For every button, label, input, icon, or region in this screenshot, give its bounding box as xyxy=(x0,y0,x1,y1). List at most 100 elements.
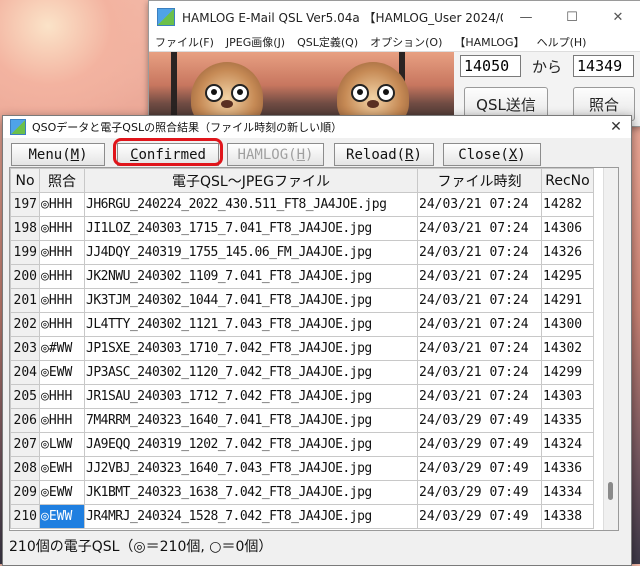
cell-recno[interactable]: 14335 xyxy=(541,408,594,433)
cell-recno[interactable]: 14303 xyxy=(541,384,594,409)
cell-time[interactable]: 24/03/21 07:24 xyxy=(417,264,542,289)
cell-recno[interactable]: 14326 xyxy=(541,240,594,265)
cell-file[interactable]: JJ4DQY_240319_1755_145.06_FM_JA4JOE.jpg xyxy=(84,240,418,265)
table-row[interactable]: 197 ◎HHH JH6RGU_240224_2022_430.511_FT8_JA… xyxy=(10,192,594,217)
cell-match[interactable]: ◎LWW xyxy=(39,432,85,457)
cell-file[interactable]: JJ2VBJ_240323_1640_7.043_FT8_JA4JOE.jpg xyxy=(84,456,418,481)
cell-recno[interactable]: 14295 xyxy=(541,264,594,289)
minimize-icon[interactable]: — xyxy=(503,1,549,33)
cell-time[interactable]: 24/03/21 07:24 xyxy=(417,312,542,337)
cell-time[interactable]: 24/03/29 07:49 xyxy=(417,408,542,433)
menu-options[interactable]: オプション(O) xyxy=(364,34,448,50)
cell-match[interactable]: ◎HHH xyxy=(39,312,85,337)
table-row[interactable]: 205 ◎HHH JR1SAU_240303_1712_7.042_FT8_JA4J… xyxy=(10,384,594,409)
cell-recno[interactable]: 14291 xyxy=(541,288,594,313)
close-icon[interactable]: ✕ xyxy=(601,119,631,135)
cell-file[interactable]: JK2NWU_240302_1109_7.041_FT8_JA4JOE.jpg xyxy=(84,264,418,289)
vertical-scrollbar[interactable] xyxy=(603,168,618,530)
table-row[interactable]: 203 ◎#WW JP1SXE_240303_1710_7.042_FT8_JA4J… xyxy=(10,336,594,361)
cell-file[interactable]: JR4MRJ_240324_1528_7.042_FT8_JA4JOE.jpg xyxy=(84,504,418,529)
column-header-match[interactable]: 照合 xyxy=(39,168,85,193)
column-header-no[interactable]: No xyxy=(10,168,40,193)
cell-recno[interactable]: 14282 xyxy=(541,192,594,217)
cell-time[interactable]: 24/03/29 07:49 xyxy=(417,432,542,457)
cell-time[interactable]: 24/03/21 07:24 xyxy=(417,384,542,409)
cell-match[interactable]: ◎HHH xyxy=(39,288,85,313)
scrollbar-thumb[interactable] xyxy=(608,482,613,500)
cell-file[interactable]: 7M4RRM_240323_1640_7.041_FT8_JA4JOE.jpg xyxy=(84,408,418,433)
cell-match[interactable]: ◎EWH xyxy=(39,456,85,481)
cell-match[interactable]: ◎#WW xyxy=(39,336,85,361)
cell-file[interactable]: JH6RGU_240224_2022_430.511_FT8_JA4JOE.jp… xyxy=(84,192,418,217)
reload-button[interactable]: Reload(R) xyxy=(334,143,434,166)
cell-match[interactable]: ◎EWW xyxy=(39,504,85,529)
cell-recno[interactable]: 14336 xyxy=(541,456,594,481)
range-from-input[interactable]: 14050 xyxy=(460,55,521,77)
cell-file[interactable]: JA9EQQ_240319_1202_7.042_FT8_JA4JOE.jpg xyxy=(84,432,418,457)
column-header-time[interactable]: ファイル時刻 xyxy=(417,168,542,193)
cell-time[interactable]: 24/03/21 07:24 xyxy=(417,192,542,217)
cell-match[interactable]: ◎HHH xyxy=(39,264,85,289)
cell-recno[interactable]: 14306 xyxy=(541,216,594,241)
table-row[interactable]: 206 ◎HHH 7M4RRM_240323_1640_7.041_FT8_JA4J… xyxy=(10,408,594,433)
cell-match[interactable]: ◎EWW xyxy=(39,360,85,385)
cell-file[interactable]: JR1SAU_240303_1712_7.042_FT8_JA4JOE.jpg xyxy=(84,384,418,409)
close-button[interactable]: Close(X) xyxy=(443,143,541,166)
table-row[interactable]: 209 ◎EWW JK1BMT_240323_1638_7.042_FT8_JA4J… xyxy=(10,480,594,505)
close-icon[interactable]: ✕ xyxy=(595,1,640,33)
menu-help[interactable]: ヘルプ(H) xyxy=(531,34,593,50)
cell-recno[interactable]: 14324 xyxy=(541,432,594,457)
cell-recno[interactable]: 14338 xyxy=(541,504,594,529)
cell-file[interactable]: JP1SXE_240303_1710_7.042_FT8_JA4JOE.jpg xyxy=(84,336,418,361)
table-row[interactable]: 207 ◎LWW JA9EQQ_240319_1202_7.042_FT8_JA4J… xyxy=(10,432,594,457)
cell-match[interactable]: ◎HHH xyxy=(39,192,85,217)
column-header-file[interactable]: 電子QSL～JPEGファイル xyxy=(84,168,418,193)
accelerator-key: X xyxy=(508,146,518,163)
cell-match[interactable]: ◎HHH xyxy=(39,216,85,241)
cell-file[interactable]: JL4TTY_240302_1121_7.043_FT8_JA4JOE.jpg xyxy=(84,312,418,337)
cell-recno[interactable]: 14302 xyxy=(541,336,594,361)
menu-jpeg[interactable]: JPEG画像(J) xyxy=(220,34,291,50)
cell-match[interactable]: ◎HHH xyxy=(39,384,85,409)
cell-match[interactable]: ◎HHH xyxy=(39,408,85,433)
menu-qsl-def[interactable]: QSL定義(Q) xyxy=(291,34,364,50)
menu-hamlog[interactable]: 【HAMLOG】 xyxy=(448,34,530,50)
dialog-title-bar[interactable]: QSOデータと電子QSLの照合結果（ファイル時刻の新しい順） ✕ xyxy=(3,116,631,138)
cell-time[interactable]: 24/03/21 07:24 xyxy=(417,240,542,265)
mascot-nose xyxy=(221,100,233,108)
accelerator-key: H xyxy=(296,146,305,163)
cell-time[interactable]: 24/03/29 07:49 xyxy=(417,456,542,481)
menu-button[interactable]: Menu(M) xyxy=(11,143,105,166)
table-row[interactable]: 198 ◎HHH JI1LOZ_240303_1715_7.041_FT8_JA4J… xyxy=(10,216,594,241)
cell-time[interactable]: 24/03/29 07:49 xyxy=(417,504,542,529)
table-row[interactable]: 204 ◎EWW JP3ASC_240302_1120_7.042_FT8_JA4J… xyxy=(10,360,594,385)
cell-file[interactable]: JI1LOZ_240303_1715_7.041_FT8_JA4JOE.jpg xyxy=(84,216,418,241)
cell-time[interactable]: 24/03/21 07:24 xyxy=(417,360,542,385)
cell-match[interactable]: ◎HHH xyxy=(39,240,85,265)
menu-file[interactable]: ファイル(F) xyxy=(149,34,220,50)
cell-no: 197 xyxy=(10,192,40,217)
cell-recno[interactable]: 14299 xyxy=(541,360,594,385)
main-title-bar[interactable]: HAMLOG E-Mail QSL Ver5.04a 【HAMLOG_User … xyxy=(149,1,640,33)
table-row[interactable]: 208 ◎EWH JJ2VBJ_240323_1640_7.043_FT8_JA4J… xyxy=(10,456,594,481)
cell-time[interactable]: 24/03/21 07:24 xyxy=(417,336,542,361)
cell-file[interactable]: JP3ASC_240302_1120_7.042_FT8_JA4JOE.jpg xyxy=(84,360,418,385)
cell-time[interactable]: 24/03/29 07:49 xyxy=(417,480,542,505)
column-header-recno[interactable]: RecNo xyxy=(541,168,594,193)
table-row[interactable]: 200 ◎HHH JK2NWU_240302_1109_7.041_FT8_JA4J… xyxy=(10,264,594,289)
cell-file[interactable]: JK1BMT_240323_1638_7.042_FT8_JA4JOE.jpg xyxy=(84,480,418,505)
table-row[interactable]: 202 ◎HHH JL4TTY_240302_1121_7.043_FT8_JA4J… xyxy=(10,312,594,337)
confirmed-button[interactable]: Confirmed xyxy=(117,143,219,166)
cell-recno[interactable]: 14300 xyxy=(541,312,594,337)
table-row[interactable]: 201 ◎HHH JK3TJM_240302_1044_7.041_FT8_JA4J… xyxy=(10,288,594,313)
cell-recno[interactable]: 14334 xyxy=(541,480,594,505)
maximize-icon[interactable]: ☐ xyxy=(549,1,595,33)
cell-time[interactable]: 24/03/21 07:24 xyxy=(417,216,542,241)
table-row[interactable]: 199 ◎HHH JJ4DQY_240319_1755_145.06_FM_JA4J… xyxy=(10,240,594,265)
cell-file[interactable]: JK3TJM_240302_1044_7.041_FT8_JA4JOE.jpg xyxy=(84,288,418,313)
range-to-input[interactable]: 14349 xyxy=(573,55,635,77)
table-row[interactable]: 210 ◎EWW JR4MRJ_240324_1528_7.042_FT8_JA4J… xyxy=(10,504,594,529)
cell-match[interactable]: ◎EWW xyxy=(39,480,85,505)
cell-time[interactable]: 24/03/21 07:24 xyxy=(417,288,542,313)
hamlog-button[interactable]: HAMLOG(H) xyxy=(227,143,324,166)
